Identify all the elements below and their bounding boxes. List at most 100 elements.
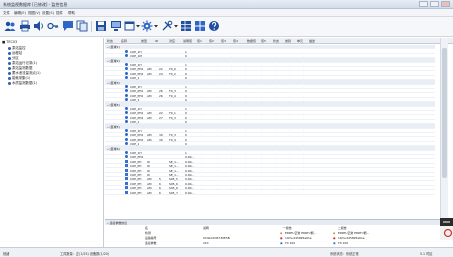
point-icon bbox=[125, 49, 128, 53]
tools-icon[interactable] bbox=[161, 20, 173, 32]
point-icon bbox=[125, 93, 128, 97]
point-icon bbox=[125, 120, 128, 124]
point-icon bbox=[125, 89, 128, 93]
status-time: 5.1 时区 bbox=[420, 252, 433, 256]
register-icon bbox=[125, 177, 128, 181]
floating-tool-icon bbox=[440, 218, 453, 238]
register-icon bbox=[125, 172, 128, 176]
navigation-tree: ■ TEC03 泵站监控 远程站 分区 泵站运行记录(1) 泵站监测数据 蓄水池… bbox=[0, 38, 104, 247]
menu-settings[interactable]: 设置(S) bbox=[42, 11, 54, 16]
menu-file[interactable]: 文件 bbox=[3, 11, 10, 16]
column-header[interactable]: 对应 bbox=[169, 39, 175, 43]
column-header[interactable]: 说明值 bbox=[183, 39, 192, 43]
warning-icon: ◆ bbox=[280, 231, 283, 235]
scrollbar-thumb[interactable] bbox=[442, 48, 447, 178]
empty-cell: - bbox=[289, 190, 291, 195]
chevron-down-icon[interactable] bbox=[174, 24, 178, 28]
empty-cell: - bbox=[231, 190, 233, 195]
detail-panel: ─ 连接参数信息 名 说明 一级告 二级告 检测 ◆ ERRTU正常 ERRTU… bbox=[105, 219, 440, 247]
maximize-button[interactable] bbox=[430, 1, 439, 7]
register-icon bbox=[125, 168, 128, 172]
menu-bar: 文件 编辑(E) 视图(V) 设置(S) 插件 帮助 bbox=[0, 9, 453, 17]
vertical-scrollbar[interactable] bbox=[440, 38, 448, 219]
table-row[interactable]: COP_PH AM 6 S05_7 0.00... - - - - - - - - bbox=[105, 190, 435, 195]
data-grid: 状态 名称 类型 ID 对应 说明值 值1 值2 值3 值4 数据值 值5 状态 类别 单元 描述 ─ [区域… bbox=[105, 38, 453, 247]
cell-id: 6 bbox=[159, 190, 161, 195]
empty-cell: - bbox=[261, 190, 263, 195]
column-header[interactable]: 状态 bbox=[273, 39, 279, 43]
detail-r1-b: ERRTU正常 ERRTU断... bbox=[338, 231, 370, 235]
column-header[interactable]: 值3 bbox=[221, 39, 226, 43]
menu-help[interactable]: 帮助 bbox=[68, 11, 75, 16]
print-icon[interactable] bbox=[19, 20, 31, 32]
detail-r2-b: 10mu245895a61e bbox=[338, 236, 365, 240]
users-icon[interactable] bbox=[4, 20, 16, 32]
column-header[interactable]: 描述 bbox=[309, 39, 315, 43]
copy-icon[interactable] bbox=[76, 20, 88, 32]
key-icon[interactable] bbox=[47, 20, 59, 32]
point-icon bbox=[125, 111, 128, 115]
tag-icon: ▣ bbox=[280, 241, 283, 245]
help-icon[interactable] bbox=[208, 20, 220, 32]
window-list-icon[interactable] bbox=[124, 20, 136, 32]
point-icon bbox=[125, 137, 128, 141]
tree-expand-icon[interactable]: ■ bbox=[2, 40, 5, 44]
column-header[interactable]: ID bbox=[155, 39, 158, 43]
menu-view[interactable]: 视图(V) bbox=[28, 11, 40, 16]
register-icon bbox=[125, 186, 128, 190]
alarm-icon: ● bbox=[280, 236, 283, 240]
detail-r3-a: T0 100 bbox=[285, 241, 296, 245]
detail-col-value: 说明 bbox=[203, 226, 209, 230]
gear-icon[interactable] bbox=[141, 20, 153, 32]
cell-v2: 0.00... bbox=[185, 190, 195, 195]
column-header[interactable]: 值2 bbox=[209, 39, 214, 43]
column-header[interactable]: 状态 bbox=[107, 39, 113, 43]
status-bar: 就绪 工具数量：正(1/25) 设备数(1/20) 系统状态：系统正常 5.1 … bbox=[0, 247, 453, 257]
table-icon[interactable] bbox=[180, 20, 192, 32]
column-header[interactable]: 单元 bbox=[297, 39, 303, 43]
cell-val: S05_7 bbox=[169, 190, 178, 195]
detail-r2-a: 10mu245895a61e bbox=[285, 236, 312, 240]
tree-item[interactable]: 水质监测数据(1) bbox=[8, 80, 37, 85]
detail-col-b: 二级告 bbox=[338, 226, 347, 230]
minimize-button[interactable] bbox=[419, 1, 428, 7]
column-header[interactable]: 值5 bbox=[261, 39, 266, 43]
monitor-icon[interactable] bbox=[110, 20, 122, 32]
menu-edit[interactable]: 编辑(E) bbox=[14, 11, 26, 16]
column-header[interactable]: 数据值 bbox=[247, 39, 256, 43]
detail-r3-value: 210 bbox=[203, 241, 209, 245]
point-icon bbox=[125, 128, 128, 132]
point-icon bbox=[125, 133, 128, 137]
register-icon bbox=[125, 164, 128, 168]
chat-icon[interactable] bbox=[62, 20, 74, 32]
column-header[interactable]: 值4 bbox=[233, 39, 238, 43]
point-icon bbox=[125, 155, 128, 159]
column-header[interactable]: 名称 bbox=[121, 39, 127, 43]
chevron-down-icon[interactable] bbox=[154, 24, 158, 28]
status-left: 就绪 bbox=[3, 252, 10, 256]
register-icon bbox=[125, 190, 128, 194]
register-icon bbox=[125, 159, 128, 163]
detail-col-a: 一级告 bbox=[283, 226, 292, 230]
empty-cell: - bbox=[217, 190, 219, 195]
close-button[interactable] bbox=[441, 1, 450, 7]
grid-header: 状态 名称 类型 ID 对应 说明值 值1 值2 值3 值4 数据值 值5 状态 类别 单元 描述 bbox=[105, 38, 453, 44]
menu-plugins[interactable]: 插件 bbox=[56, 11, 63, 16]
toolbar-separator bbox=[91, 21, 92, 32]
detail-col-name: 名 bbox=[145, 226, 148, 230]
point-icon bbox=[125, 62, 128, 66]
point-icon bbox=[125, 84, 128, 88]
column-header[interactable]: 值1 bbox=[197, 39, 202, 43]
detail-r3-name: 连接参数 bbox=[145, 241, 157, 245]
window-title: 系统监视数据库 [已修改] - 监控信息 bbox=[3, 2, 68, 7]
point-icon bbox=[125, 54, 128, 58]
grid-icon[interactable] bbox=[194, 20, 206, 32]
side-widget[interactable] bbox=[440, 218, 453, 240]
save-icon[interactable] bbox=[95, 20, 107, 32]
speaker-icon[interactable] bbox=[33, 20, 45, 32]
toolbar bbox=[0, 17, 453, 37]
column-header[interactable]: 类型 bbox=[141, 39, 147, 43]
column-header[interactable]: 类别 bbox=[285, 39, 291, 43]
point-icon bbox=[125, 71, 128, 75]
chevron-down-icon[interactable] bbox=[136, 24, 140, 28]
